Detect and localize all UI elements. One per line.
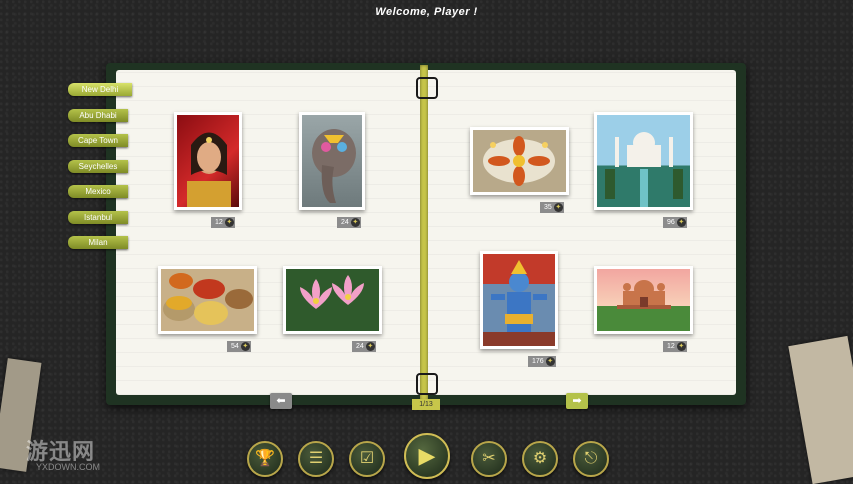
puzzle-thumbnail-woman[interactable] (174, 112, 242, 210)
puzzle-image (473, 130, 566, 192)
scissors-button[interactable]: ✂ (471, 441, 507, 477)
arrow-left-icon: ⬅ (276, 395, 286, 407)
list-icon: ☰ (308, 450, 324, 467)
puzzle-thumbnail-deity[interactable] (480, 251, 558, 349)
puzzle-piece-icon: ✦ (676, 342, 686, 351)
trophy-icon: 🏆 (255, 450, 275, 467)
puzzle-thumbnail-elephant[interactable] (299, 112, 365, 210)
piece-count-badge: 24 ✦ (352, 341, 376, 352)
puzzle-thumbnail-tomb[interactable] (594, 266, 693, 334)
piece-count-badge: 176 ✦ (528, 356, 556, 367)
piece-count: 24 (341, 219, 349, 226)
piece-count: 24 (356, 343, 364, 350)
prev-page-button[interactable]: ⬅ (270, 393, 292, 409)
tab-cape-town[interactable]: Cape Town (68, 134, 128, 147)
piece-count-badge: 12 ✦ (663, 341, 687, 352)
puzzle-piece-icon: ✦ (545, 357, 555, 366)
piece-count: 96 (667, 219, 675, 226)
exit-door-icon: ⎋ (584, 450, 598, 467)
tab-abu-dhabi[interactable]: Abu Dhabi (68, 109, 128, 122)
puzzle-image (597, 269, 690, 331)
piece-count: 12 (667, 343, 675, 350)
play-icon: ▶ (418, 443, 436, 468)
puzzle-piece-icon: ✦ (553, 203, 563, 212)
tab-mexico[interactable]: Mexico (68, 185, 128, 198)
next-page-button[interactable]: ➡ (566, 393, 588, 409)
piece-count-badge: 96 ✦ (663, 217, 687, 228)
piece-count: 35 (544, 204, 552, 211)
welcome-text: Welcome, Player ! (375, 6, 478, 18)
exit-button[interactable]: ⎋ (573, 441, 609, 477)
arrow-right-icon: ➡ (572, 395, 582, 407)
tab-new-delhi[interactable]: New Delhi (68, 83, 132, 96)
settings-button[interactable]: ⚙ (522, 441, 558, 477)
gear-icon: ⚙ (532, 450, 548, 467)
piece-count: 54 (231, 343, 239, 350)
puzzle-image (177, 115, 239, 207)
tab-milan[interactable]: Milan (68, 236, 128, 249)
puzzle-piece-icon: ✦ (240, 342, 250, 351)
puzzle-image (597, 115, 690, 207)
puzzle-piece-icon: ✦ (224, 218, 234, 227)
piece-count: 176 (532, 358, 544, 365)
puzzle-thumbnail-lotus[interactable] (283, 266, 382, 334)
piece-count-badge: 24 ✦ (337, 217, 361, 228)
play-button[interactable]: ▶ (404, 433, 450, 479)
piece-count-badge: 12 ✦ (211, 217, 235, 228)
page-number: 1/13 (412, 399, 440, 410)
decorative-postcards-right (788, 335, 853, 484)
piece-count: 12 (215, 219, 223, 226)
puzzle-thumbnail-taj-mahal[interactable] (594, 112, 693, 210)
check-button[interactable]: ☑ (349, 441, 385, 477)
scissors-icon: ✂ (482, 450, 496, 467)
trophy-button[interactable]: 🏆 (247, 441, 283, 477)
puzzle-image (483, 254, 555, 346)
tab-istanbul[interactable]: Istanbul (68, 211, 128, 224)
piece-count-badge: 35 ✦ (540, 202, 564, 213)
piece-count-badge: 54 ✦ (227, 341, 251, 352)
binder-clip-bottom (416, 373, 438, 395)
list-button[interactable]: ☰ (298, 441, 334, 477)
book-spine (420, 65, 428, 401)
puzzle-thumbnail-rangoli[interactable] (470, 127, 569, 195)
tab-seychelles[interactable]: Seychelles (68, 160, 128, 173)
puzzle-piece-icon: ✦ (676, 218, 686, 227)
checkbox-icon: ☑ (359, 450, 375, 467)
puzzle-image (161, 269, 254, 331)
puzzle-piece-icon: ✦ (350, 218, 360, 227)
binder-clip-top (416, 77, 438, 99)
puzzle-image (286, 269, 379, 331)
puzzle-thumbnail-spices[interactable] (158, 266, 257, 334)
puzzle-piece-icon: ✦ (365, 342, 375, 351)
puzzle-image (302, 115, 362, 207)
watermark-url: YXDOWN.COM (36, 462, 100, 472)
